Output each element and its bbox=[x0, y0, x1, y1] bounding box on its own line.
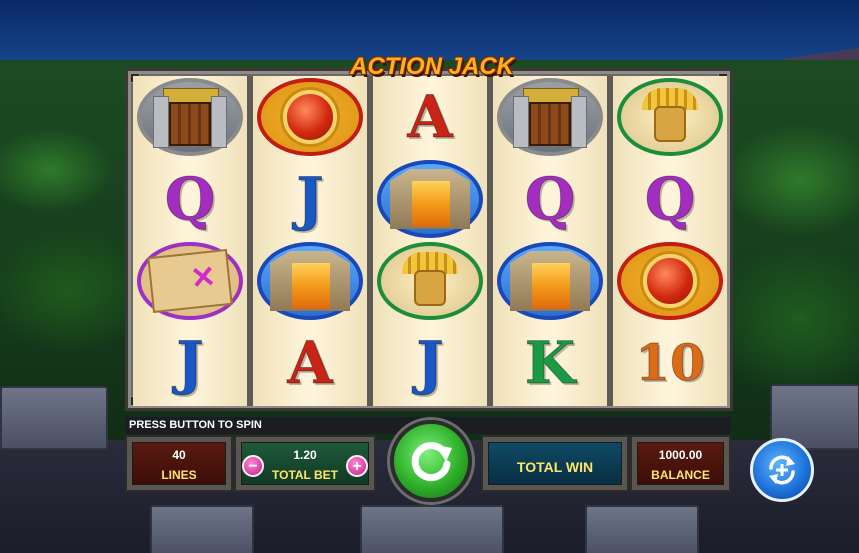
ten-symbol: 10 bbox=[635, 333, 706, 392]
q-symbol: Q bbox=[644, 165, 696, 233]
golden-mask-icon bbox=[642, 88, 698, 146]
map-x-mark: ✕ bbox=[188, 260, 218, 296]
balance-value: 1000.00 bbox=[658, 448, 703, 462]
reel-symbol-treasure-map: ✕ bbox=[133, 240, 247, 322]
reel-symbol-red-gem bbox=[253, 76, 367, 158]
reel-symbol-q: Q bbox=[613, 158, 727, 240]
stone-block bbox=[360, 505, 504, 553]
reel-2: J A bbox=[253, 76, 367, 406]
waterfall-water bbox=[532, 263, 570, 309]
red-gem-icon bbox=[283, 90, 337, 144]
total-bet-panel: 1.20 TOTAL BET − + bbox=[234, 435, 376, 492]
reel-symbol-temple-door bbox=[493, 76, 607, 158]
q-symbol: Q bbox=[524, 165, 576, 233]
symbol-ring bbox=[497, 78, 603, 156]
temple-door-icon bbox=[153, 88, 227, 148]
red-gem-icon bbox=[643, 254, 697, 308]
reel-symbol-temple-door bbox=[133, 76, 247, 158]
reel-symbol-10: 10 bbox=[613, 322, 727, 404]
game-scene: Q ✕ J J A A J Q K Q 10 ACTION JACK PRESS… bbox=[0, 0, 859, 553]
waterfall-icon bbox=[390, 169, 470, 229]
waterfall-icon bbox=[270, 251, 350, 311]
temple-pillar bbox=[571, 96, 587, 148]
q-symbol: Q bbox=[164, 165, 216, 233]
reel-symbol-waterfall bbox=[253, 240, 367, 322]
total-win-panel: TOTAL WIN bbox=[481, 435, 629, 492]
symbol-ring bbox=[377, 160, 483, 238]
reel-symbol-q: Q bbox=[133, 158, 247, 240]
temple-door-icon bbox=[513, 88, 587, 148]
temple-door bbox=[169, 102, 211, 146]
waterfall-water bbox=[292, 263, 330, 309]
reel-3: A J bbox=[373, 76, 487, 406]
reel-5: Q 10 bbox=[613, 76, 727, 406]
balance-panel: 1000.00 BALANCE bbox=[630, 435, 731, 492]
balance-label: BALANCE bbox=[651, 468, 710, 482]
symbol-ring bbox=[257, 242, 363, 320]
golden-mask-icon bbox=[402, 252, 458, 310]
reel-symbol-golden-mask bbox=[373, 240, 487, 322]
lines-display: 40 LINES bbox=[132, 442, 226, 485]
reel-symbol-a: A bbox=[253, 322, 367, 404]
stone-block bbox=[585, 505, 699, 553]
circular-arrow-icon bbox=[411, 442, 452, 482]
reel-symbol-a: A bbox=[373, 76, 487, 158]
reel-symbol-waterfall bbox=[493, 240, 607, 322]
j-symbol: J bbox=[176, 329, 204, 397]
lines-panel[interactable]: 40 LINES bbox=[125, 435, 233, 492]
autoplay-button[interactable] bbox=[750, 438, 814, 502]
a-symbol: A bbox=[407, 83, 453, 151]
symbol-ring bbox=[617, 78, 723, 156]
reel-frame: Q ✕ J J A A J Q K Q 10 bbox=[125, 68, 733, 411]
reel-symbol-q: Q bbox=[493, 158, 607, 240]
lines-value: 40 bbox=[172, 448, 186, 462]
stone-block bbox=[150, 505, 254, 553]
reel-symbol-red-gem bbox=[613, 240, 727, 322]
balance-display: 1000.00 BALANCE bbox=[637, 442, 724, 485]
a-symbol: A bbox=[287, 329, 333, 397]
total-win-display: TOTAL WIN bbox=[488, 442, 622, 485]
reel-symbol-j: J bbox=[133, 322, 247, 404]
increase-bet-button[interactable]: + bbox=[346, 455, 368, 477]
autoplay-icon bbox=[769, 455, 795, 485]
temple-door bbox=[529, 102, 571, 146]
mask-face bbox=[654, 106, 686, 142]
mask-face bbox=[414, 270, 446, 306]
symbol-ring bbox=[617, 242, 723, 320]
j-symbol: J bbox=[296, 165, 324, 233]
reel-symbol-j: J bbox=[253, 158, 367, 240]
spin-button[interactable] bbox=[390, 420, 472, 502]
reel-4: Q K bbox=[493, 76, 607, 406]
reel-symbol-waterfall bbox=[373, 158, 487, 240]
reel-symbol-golden-mask bbox=[613, 76, 727, 158]
game-logo: ACTION JACK bbox=[349, 53, 514, 80]
decrease-bet-button[interactable]: − bbox=[242, 455, 264, 477]
waterfall-water bbox=[412, 181, 450, 227]
symbol-ring bbox=[497, 242, 603, 320]
reel-1: Q ✕ J bbox=[133, 76, 247, 406]
temple-pillar bbox=[211, 96, 227, 148]
reel-symbol-j: J bbox=[373, 322, 487, 404]
waterfall-icon bbox=[510, 251, 590, 311]
temple-pillar bbox=[153, 96, 169, 148]
total-win-label: TOTAL WIN bbox=[516, 459, 594, 475]
symbol-ring bbox=[137, 78, 243, 156]
k-symbol: K bbox=[524, 329, 576, 397]
j-symbol: J bbox=[416, 329, 444, 397]
temple-pillar bbox=[513, 96, 529, 148]
symbol-ring: ✕ bbox=[137, 242, 243, 320]
symbol-ring bbox=[377, 242, 483, 320]
stone-block-left bbox=[0, 386, 108, 450]
treasure-map-icon: ✕ bbox=[147, 248, 233, 314]
reel-symbol-k: K bbox=[493, 322, 607, 404]
symbol-ring bbox=[257, 78, 363, 156]
lines-label: LINES bbox=[161, 468, 197, 482]
